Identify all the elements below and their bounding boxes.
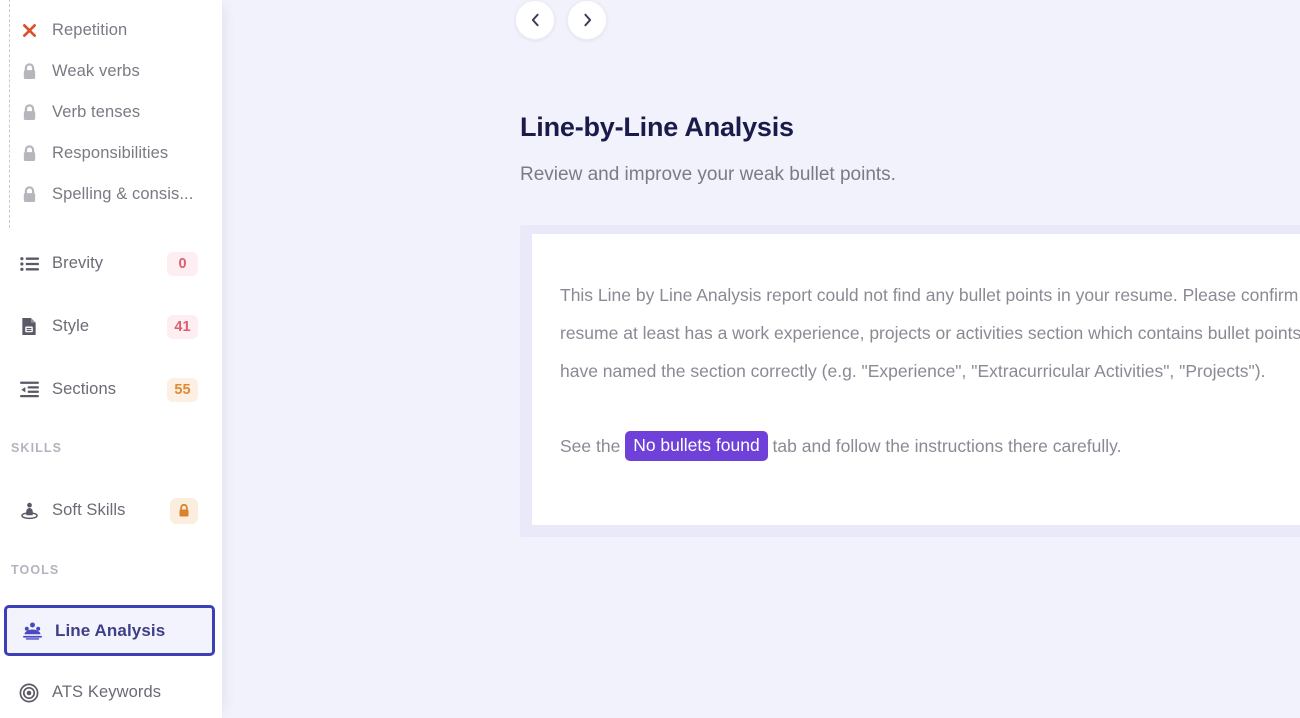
main-content: Line-by-Line Analysis Review and improve… (222, 0, 1300, 718)
sidebar-item-line-analysis[interactable]: Line Analysis (4, 605, 215, 656)
page-title: Line-by-Line Analysis (520, 112, 794, 142)
indent-icon (14, 381, 44, 398)
sidebar-item-ats-keywords[interactable]: ATS Keywords (0, 672, 222, 713)
person-pin-icon (14, 501, 44, 520)
lock-icon (14, 185, 44, 204)
report-message: This Line by Line Analysis report could … (560, 276, 1300, 465)
sidebar-item-label: Brevity (52, 254, 104, 272)
sidebar-item-spelling-consistency[interactable]: Spelling & consis... (0, 174, 222, 215)
sidebar-item-sections[interactable]: Sections 55 (0, 369, 222, 410)
pagination-controls (515, 0, 607, 40)
report-paragraph-2-suffix: tab and follow the instructions there ca… (767, 436, 1122, 456)
status-badge: 55 (167, 377, 198, 402)
sidebar-item-label: Spelling & consis... (52, 185, 194, 203)
next-button[interactable] (567, 0, 607, 40)
sidebar-item-label: Weak verbs (52, 62, 140, 80)
lock-icon (14, 144, 44, 163)
sidebar-item-label: Soft Skills (52, 501, 126, 519)
lock-icon (14, 103, 44, 122)
no-bullets-found-chip[interactable]: No bullets found (625, 431, 768, 461)
sidebar-item-repetition[interactable]: Repetition (0, 10, 222, 51)
line-analysis-icon (17, 621, 47, 640)
target-icon (14, 683, 44, 703)
sidebar-section-header-tools: TOOLS (11, 563, 60, 577)
app-root: Repetition Weak verbs Verb tenses Respon… (0, 0, 1300, 718)
chevron-right-icon (581, 13, 594, 27)
page-subtitle: Review and improve your weak bullet poin… (520, 164, 896, 185)
previous-button[interactable] (515, 0, 555, 40)
lock-icon (177, 503, 191, 518)
sidebar-item-label: Repetition (52, 21, 128, 39)
status-badge: 41 (167, 314, 198, 339)
report-panel: This Line by Line Analysis report could … (520, 225, 1300, 537)
sidebar-item-label: Sections (52, 380, 117, 398)
chevron-left-icon (529, 13, 542, 27)
bulleted-list-icon (14, 256, 44, 272)
report-paragraph-2-prefix: See the (560, 436, 626, 456)
sidebar: Repetition Weak verbs Verb tenses Respon… (0, 0, 222, 718)
sidebar-item-brevity[interactable]: Brevity 0 (0, 243, 222, 284)
report-paragraph-1: This Line by Line Analysis report could … (560, 285, 1300, 381)
sidebar-item-verb-tenses[interactable]: Verb tenses (0, 92, 222, 133)
lock-badge (170, 497, 198, 524)
report-paragraph-2: See the No bullets found tab and follow … (560, 427, 1300, 465)
x-mark-icon (14, 22, 44, 39)
sidebar-item-responsibilities[interactable]: Responsibilities (0, 133, 222, 174)
sidebar-item-style[interactable]: Style 41 (0, 306, 222, 347)
sidebar-item-label: Responsibilities (52, 144, 169, 162)
sidebar-item-label: Verb tenses (52, 103, 141, 121)
sidebar-item-label: Line Analysis (55, 620, 166, 640)
sidebar-section-header-skills: SKILLS (11, 441, 63, 455)
sidebar-item-weak-verbs[interactable]: Weak verbs (0, 51, 222, 92)
document-icon (14, 317, 44, 336)
lock-icon (14, 62, 44, 81)
report-card: This Line by Line Analysis report could … (532, 234, 1300, 525)
sidebar-item-label: ATS Keywords (52, 683, 162, 701)
status-badge: 0 (167, 251, 198, 276)
sidebar-item-label: Style (52, 317, 90, 335)
sidebar-item-soft-skills[interactable]: Soft Skills (0, 490, 222, 531)
